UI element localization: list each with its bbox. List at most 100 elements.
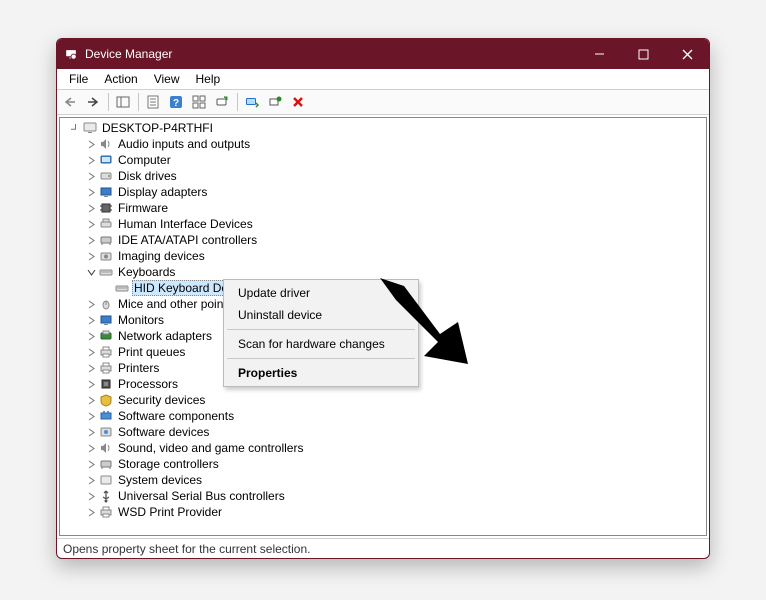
- properties-button[interactable]: [142, 91, 164, 113]
- scan-hardware-button[interactable]: [211, 91, 233, 113]
- monitor-icon: [98, 312, 114, 328]
- ctx-scan-hardware[interactable]: Scan for hardware changes: [226, 333, 416, 355]
- tree-node-label: Disk drives: [116, 169, 179, 183]
- show-hide-tree-button[interactable]: [112, 91, 134, 113]
- display-icon: [98, 184, 114, 200]
- expand-icon[interactable]: [84, 492, 98, 501]
- back-button[interactable]: [59, 91, 81, 113]
- device-manager-window: Device Manager File Action View Help ? D…: [56, 38, 710, 559]
- context-menu: Update driver Uninstall device Scan for …: [223, 279, 419, 387]
- tree-node-keyboards[interactable]: Keyboards: [60, 264, 706, 280]
- tree-node-security[interactable]: Security devices: [60, 392, 706, 408]
- expand-icon[interactable]: [84, 332, 98, 341]
- tree-root[interactable]: DESKTOP-P4RTHFI: [60, 120, 706, 136]
- hid-icon: [98, 216, 114, 232]
- expand-icon[interactable]: [84, 156, 98, 165]
- tree-node-label: Mice and other point: [116, 297, 229, 311]
- help-button[interactable]: ?: [165, 91, 187, 113]
- menu-file[interactable]: File: [61, 71, 96, 87]
- expand-icon[interactable]: [84, 252, 98, 261]
- audio-icon: [98, 136, 114, 152]
- expand-icon[interactable]: [84, 428, 98, 437]
- tree-node-disk[interactable]: Disk drives: [60, 168, 706, 184]
- tree-node-label: Software devices: [116, 425, 211, 439]
- computer-root-icon: [82, 120, 98, 136]
- tree-node-display[interactable]: Display adapters: [60, 184, 706, 200]
- usb-icon: [98, 488, 114, 504]
- expand-icon[interactable]: [84, 140, 98, 149]
- network-icon: [98, 328, 114, 344]
- expand-icon[interactable]: [84, 220, 98, 229]
- tree-node-label: Security devices: [116, 393, 207, 407]
- toolbar-separator: [138, 93, 139, 111]
- mouse-icon: [98, 296, 114, 312]
- app-icon: [63, 46, 79, 62]
- expand-icon[interactable]: [84, 444, 98, 453]
- expand-icon[interactable]: [84, 412, 98, 421]
- tree-node-label: Processors: [116, 377, 180, 391]
- collapse-icon[interactable]: [68, 124, 82, 133]
- tree-node-imaging[interactable]: Imaging devices: [60, 248, 706, 264]
- forward-button[interactable]: [82, 91, 104, 113]
- expand-icon[interactable]: [84, 300, 98, 309]
- system-icon: [98, 472, 114, 488]
- menu-action[interactable]: Action: [96, 71, 145, 87]
- expand-icon[interactable]: [84, 460, 98, 469]
- toolbar-separator: [108, 93, 109, 111]
- tree-node-label: Print queues: [116, 345, 187, 359]
- expand-icon[interactable]: [84, 364, 98, 373]
- printer-icon: [98, 504, 114, 520]
- context-menu-separator: [227, 358, 415, 359]
- uninstall-device-button[interactable]: [287, 91, 309, 113]
- expand-icon[interactable]: [84, 396, 98, 405]
- window-title: Device Manager: [85, 47, 577, 61]
- expand-icon[interactable]: [84, 204, 98, 213]
- tree-node-sound[interactable]: Sound, video and game controllers: [60, 440, 706, 456]
- tree-node-label: Human Interface Devices: [116, 217, 255, 231]
- tree-node-storage[interactable]: Storage controllers: [60, 456, 706, 472]
- tree-node-firmware[interactable]: Firmware: [60, 200, 706, 216]
- tree-node-hid[interactable]: Human Interface Devices: [60, 216, 706, 232]
- tree-node-wsd[interactable]: WSD Print Provider: [60, 504, 706, 520]
- tree-node-usb[interactable]: Universal Serial Bus controllers: [60, 488, 706, 504]
- keyboard-icon: [98, 264, 114, 280]
- tree-node-label: Imaging devices: [116, 249, 207, 263]
- tree-node-audio[interactable]: Audio inputs and outputs: [60, 136, 706, 152]
- minimize-button[interactable]: [577, 39, 621, 69]
- expand-icon[interactable]: [84, 236, 98, 245]
- tree-node-ide[interactable]: IDE ATA/ATAPI controllers: [60, 232, 706, 248]
- expand-icon[interactable]: [84, 188, 98, 197]
- menu-view[interactable]: View: [146, 71, 188, 87]
- tree-node-softcomp[interactable]: Software components: [60, 408, 706, 424]
- expand-icon[interactable]: [84, 172, 98, 181]
- tree-node-softdev[interactable]: Software devices: [60, 424, 706, 440]
- tree-node-label: Audio inputs and outputs: [116, 137, 252, 151]
- tree-node-system[interactable]: System devices: [60, 472, 706, 488]
- ctx-uninstall-device[interactable]: Uninstall device: [226, 304, 416, 326]
- tree-node-label: Monitors: [116, 313, 166, 327]
- software-component-icon: [98, 408, 114, 424]
- printer-icon: [98, 360, 114, 376]
- tree-node-label: IDE ATA/ATAPI controllers: [116, 233, 259, 247]
- close-button[interactable]: [665, 39, 709, 69]
- enable-device-button[interactable]: [264, 91, 286, 113]
- ctx-properties[interactable]: Properties: [226, 362, 416, 384]
- update-driver-button[interactable]: [241, 91, 263, 113]
- tree-node-computer[interactable]: Computer: [60, 152, 706, 168]
- view-mode-button[interactable]: [188, 91, 210, 113]
- expand-icon[interactable]: [84, 508, 98, 517]
- expand-icon[interactable]: [84, 476, 98, 485]
- expand-icon[interactable]: [84, 380, 98, 389]
- tree-node-label: Printers: [116, 361, 161, 375]
- maximize-button[interactable]: [621, 39, 665, 69]
- menu-help[interactable]: Help: [188, 71, 229, 87]
- tree-node-label: Storage controllers: [116, 457, 221, 471]
- security-icon: [98, 392, 114, 408]
- sound-icon: [98, 440, 114, 456]
- content-area: DESKTOP-P4RTHFI Audio inputs and outputs…: [59, 117, 707, 536]
- expand-icon[interactable]: [84, 348, 98, 357]
- expand-icon[interactable]: [84, 316, 98, 325]
- collapse-icon[interactable]: [84, 268, 98, 277]
- ctx-update-driver[interactable]: Update driver: [226, 282, 416, 304]
- toolbar-separator: [237, 93, 238, 111]
